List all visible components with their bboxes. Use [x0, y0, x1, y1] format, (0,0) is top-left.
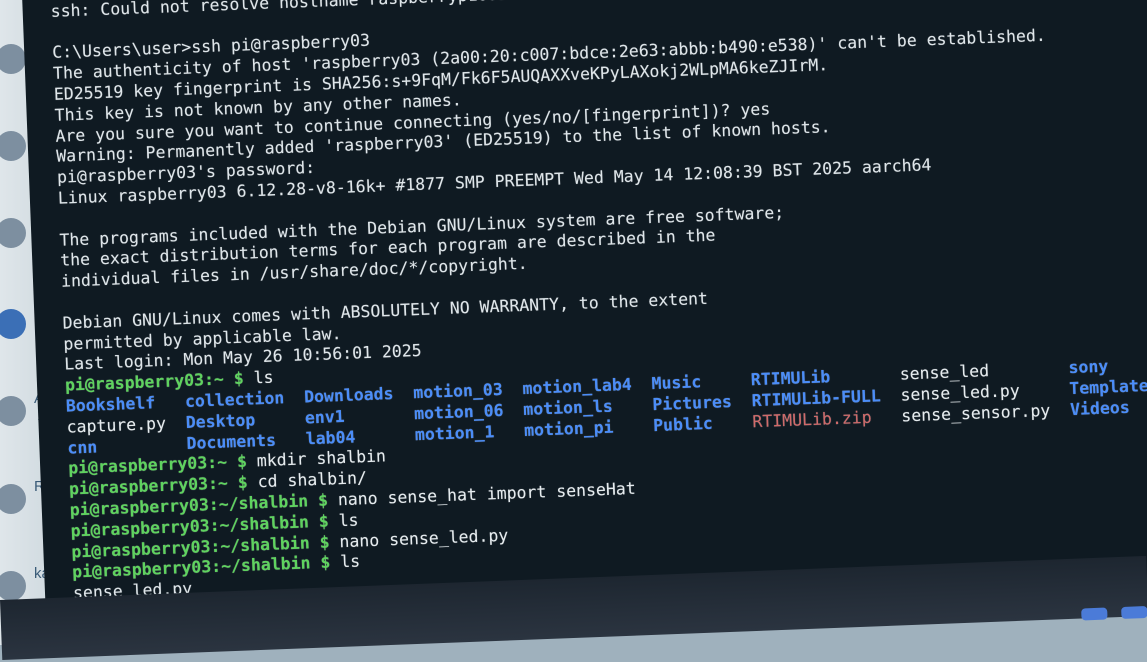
command-text: cd shalbin/ — [247, 468, 368, 492]
directory-entry: Templates — [1068, 375, 1147, 398]
directory-entry: lab04 — [305, 424, 416, 448]
ls-column: Downloads env1 lab04 — [304, 383, 416, 450]
ls-column: sense_led sense_led.py sense_sensor.py — [899, 358, 1070, 427]
contact-avatar — [0, 396, 26, 426]
contact-avatar — [0, 309, 26, 339]
ls-column: Music Pictures Public — [651, 370, 753, 436]
ls-column: motion_lab4 motion_ls motion_pi — [522, 374, 653, 441]
contact-avatar — [0, 484, 26, 514]
contact-avatar — [0, 131, 26, 161]
terminal-window[interactable]: C:\Users\user>ssh pi@raspberryp1003ssh: … — [22, 0, 1147, 644]
ls-column: collection Desktop Documents — [185, 387, 307, 454]
tray-icon[interactable] — [1121, 605, 1147, 619]
ls-column: motion_03 motion_06 motion_1 — [413, 379, 525, 446]
directory-entry: motion_1 — [414, 420, 525, 444]
contact-avatar — [0, 44, 26, 74]
ls-column: RTIMULib RTIMULib-FULL RTIMULib.zip — [750, 365, 901, 433]
contact-avatar — [0, 218, 26, 248]
ls-column: Bookshelf capture.py cnn — [65, 392, 187, 459]
contact-avatar — [0, 571, 26, 601]
ls-column: sony Templates Videos — [1068, 354, 1147, 421]
command-text: ls — [243, 367, 274, 388]
tray-icon[interactable] — [1081, 607, 1108, 621]
terminal-output: C:\Users\user>ssh pi@raspberryp1003ssh: … — [50, 0, 1147, 625]
directory-entry: sony — [1068, 356, 1109, 378]
directory-entry: Public — [652, 411, 753, 435]
command-text: ls — [329, 551, 361, 572]
command-text: ls — [328, 510, 359, 531]
directory-entry: Videos — [1069, 397, 1131, 419]
